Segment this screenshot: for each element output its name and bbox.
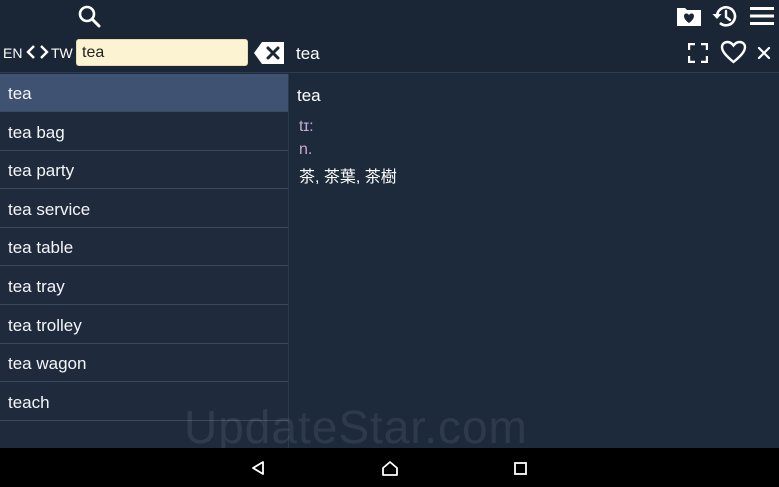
current-word-title: tea	[296, 44, 320, 63]
list-item-selected[interactable]: tea	[0, 74, 288, 112]
menu-icon[interactable]	[750, 6, 774, 26]
close-icon[interactable]	[757, 46, 771, 60]
list-item[interactable]: tea service	[0, 190, 288, 228]
chevron-left-icon[interactable]	[25, 44, 37, 60]
results-list: tea tea bag tea party tea service tea ta…	[0, 74, 288, 448]
nav-home-icon[interactable]	[381, 460, 399, 477]
nav-recents-icon[interactable]	[514, 462, 527, 475]
chevron-right-icon[interactable]	[38, 44, 50, 60]
list-item[interactable]: tea table	[0, 228, 288, 267]
entry-headword: tea	[297, 86, 321, 105]
list-item[interactable]: tea wagon	[0, 344, 288, 383]
history-icon[interactable]	[711, 3, 739, 29]
favorites-folder-icon[interactable]	[676, 5, 702, 27]
definition-pane: tea tɪ: n. 茶, 茶葉, 茶樹	[289, 74, 779, 448]
list-item[interactable]: tea party	[0, 151, 288, 190]
dictionary-app: EN TW tea tea tea bag tea party tea serv…	[0, 0, 779, 453]
entry-translation: 茶, 茶葉, 茶樹	[299, 169, 397, 186]
search-icon[interactable]	[77, 4, 101, 28]
list-item[interactable]: tea trolley	[0, 306, 288, 344]
fullscreen-icon[interactable]	[688, 43, 708, 63]
source-language-label[interactable]: EN	[3, 45, 22, 61]
list-item[interactable]: tea bag	[0, 113, 288, 151]
target-language-label[interactable]: TW	[51, 45, 73, 61]
top-action-bar	[0, 0, 779, 33]
search-toolbar: EN TW tea	[0, 33, 779, 73]
watermark: UpdateStar.com	[184, 401, 528, 453]
system-navigation-bar	[0, 448, 779, 487]
entry-phonetic: tɪ:	[299, 118, 314, 135]
search-input[interactable]	[76, 39, 248, 66]
entry-part-of-speech: n.	[299, 141, 313, 158]
backspace-clear-icon[interactable]	[253, 41, 285, 65]
heart-icon[interactable]	[720, 40, 747, 65]
list-item[interactable]: tea tray	[0, 267, 288, 305]
nav-back-icon[interactable]	[250, 460, 266, 476]
